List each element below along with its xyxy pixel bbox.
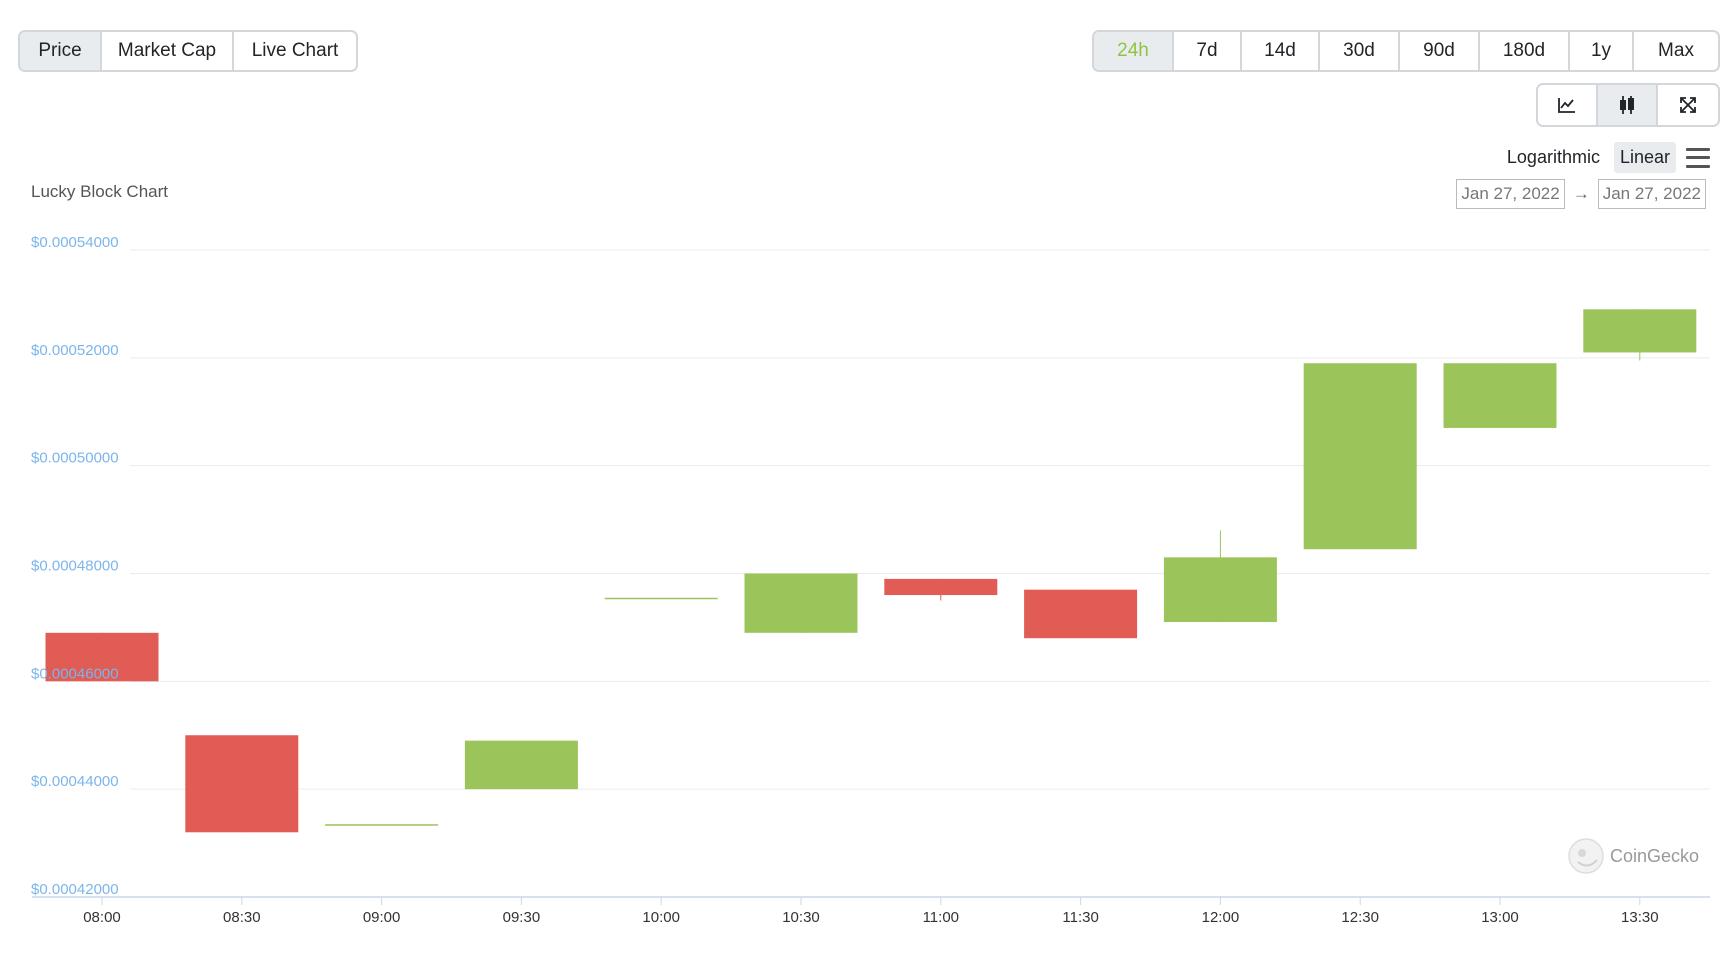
x-tick-label: 13:30 (1621, 909, 1659, 926)
y-tick-label: $0.00050000 (31, 450, 119, 467)
candle-body (884, 578, 998, 596)
candle-body (744, 573, 858, 633)
y-tick-label: $0.00044000 (31, 773, 119, 790)
y-tick-label: $0.00048000 (31, 558, 119, 575)
coingecko-logo-icon (1568, 838, 1604, 874)
y-tick-label: $0.00042000 (31, 881, 119, 898)
candle[interactable] (325, 824, 439, 826)
x-tick-label: 11:00 (923, 909, 959, 926)
candle[interactable] (604, 597, 718, 600)
x-tick-label: 12:30 (1341, 909, 1379, 926)
candle-body (1163, 557, 1277, 623)
y-tick-label: $0.00052000 (31, 342, 119, 359)
y-tick-label: $0.00054000 (31, 234, 119, 251)
candle[interactable] (1163, 530, 1277, 623)
x-tick-label: 12:00 (1202, 909, 1240, 926)
candle[interactable] (1443, 363, 1557, 428)
coingecko-credit[interactable]: CoinGecko (1568, 838, 1699, 874)
candlestick-chart: $0.00042000 $0.00044000 $0.00046000 $0.0004… (31, 234, 1710, 926)
credit-label: CoinGecko (1610, 846, 1699, 866)
candle-body (1443, 363, 1557, 428)
x-tick-label: 13:00 (1481, 909, 1519, 926)
candle[interactable] (1583, 309, 1697, 361)
candle[interactable] (464, 740, 578, 790)
candle[interactable] (884, 578, 998, 601)
candle-body (1583, 309, 1697, 353)
candle-body (464, 740, 578, 790)
candle[interactable] (744, 573, 858, 633)
candle-body (185, 735, 299, 833)
y-tick-label: $0.00046000 (31, 665, 119, 682)
x-tick-label: 09:00 (363, 909, 401, 926)
x-tick-label: 10:00 (642, 909, 680, 926)
x-tick-label: 08:00 (83, 909, 121, 926)
candle-body (1303, 363, 1417, 550)
x-tick-label: 10:30 (782, 909, 820, 926)
candle[interactable] (185, 735, 299, 833)
candle-body (1024, 589, 1138, 639)
candle[interactable] (1024, 589, 1138, 639)
x-tick-label: 08:30 (223, 909, 261, 926)
candle[interactable] (1303, 363, 1417, 550)
x-tick-label: 09:30 (503, 909, 541, 926)
candle-body (604, 597, 718, 600)
x-tick-label: 11:30 (1062, 909, 1098, 926)
candle-body (325, 824, 439, 826)
